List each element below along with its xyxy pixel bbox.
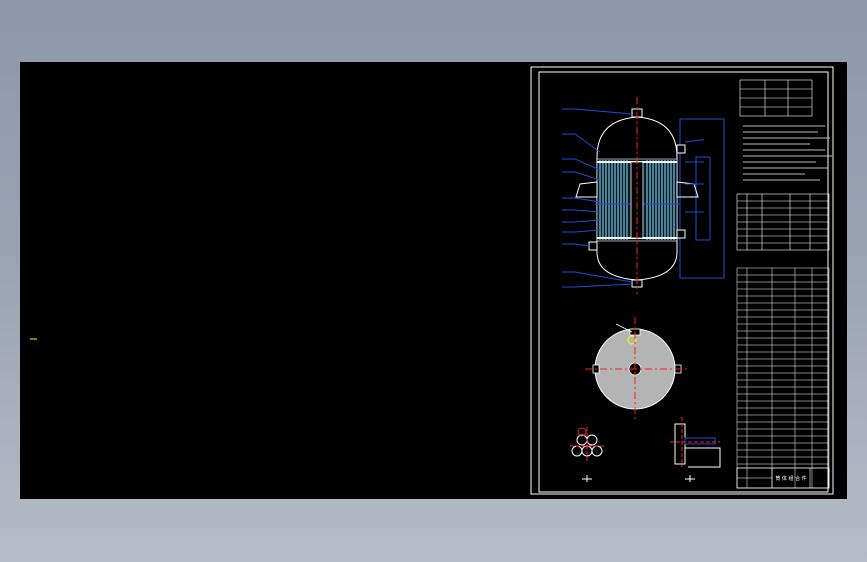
title-block: 筒 体 组 合 件 bbox=[736, 467, 830, 489]
vessel-main-view bbox=[562, 97, 725, 294]
cad-drawing: 筒 体 组 合 件 bbox=[30, 66, 834, 495]
cad-drawing-viewport[interactable]: 筒 体 组 合 件 bbox=[20, 62, 847, 499]
vessel-top-view bbox=[585, 317, 687, 422]
detail-flange bbox=[670, 417, 721, 482]
title-block-text: 筒 体 组 合 件 bbox=[775, 475, 806, 482]
design-data-table bbox=[739, 79, 813, 117]
detail-tube-arrangement bbox=[570, 427, 605, 482]
nozzle-table bbox=[736, 193, 830, 251]
parts-list-table bbox=[736, 267, 830, 489]
technical-notes bbox=[743, 125, 832, 181]
